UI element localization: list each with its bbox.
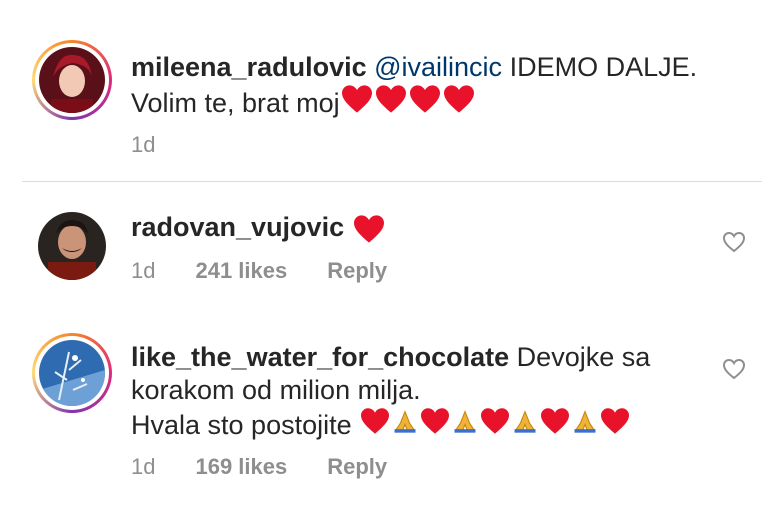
comment-body: IDEMO DALJE. [502, 52, 698, 82]
heart-outline-icon[interactable] [722, 231, 746, 253]
red-heart-icon [601, 408, 630, 434]
comment-text: radovan_vujovic [131, 211, 386, 244]
avatar-story-ring[interactable] [32, 40, 112, 120]
mention-link[interactable]: @ivailincic [374, 52, 502, 82]
username[interactable]: radovan_vujovic [131, 212, 344, 242]
timestamp[interactable]: 1d [131, 258, 155, 284]
red-heart-icon [361, 408, 390, 434]
avatar-photo [38, 212, 106, 280]
comment-text: like_the_water_for_chocolate Devojke sa … [131, 341, 650, 443]
likes-count[interactable]: 169 likes [195, 454, 287, 480]
divider [22, 181, 762, 182]
emoji-group [359, 407, 631, 443]
comment-meta: 1d 241 likes Reply [131, 258, 387, 284]
heart-outline-icon[interactable] [722, 358, 746, 380]
username[interactable]: like_the_water_for_chocolate [131, 342, 509, 372]
red-heart-icon [409, 85, 440, 113]
heart-emoji-group [340, 84, 476, 122]
folded-hands-icon [394, 410, 416, 433]
comment-body: Devojke sa [509, 342, 651, 372]
timestamp[interactable]: 1d [131, 132, 155, 158]
comment-line-3: Hvala sto postojite [131, 408, 631, 440]
folded-hands-icon [454, 410, 476, 433]
folded-hands-icon [514, 410, 536, 433]
avatar-frame [35, 43, 109, 117]
username[interactable]: mileena_radulovic [131, 52, 367, 82]
red-heart-icon [341, 85, 372, 113]
avatar-story-ring[interactable] [32, 333, 112, 413]
red-heart-icon [421, 408, 450, 434]
comment-meta: 1d 169 likes Reply [131, 454, 387, 480]
avatar [39, 340, 105, 406]
comment-body-line: Volim te, brat moj [131, 87, 340, 118]
red-heart-icon [481, 408, 510, 434]
avatar-frame [35, 336, 109, 410]
avatar [39, 47, 105, 113]
comment-text: mileena_radulovic @ivailincic IDEMO DALJ… [131, 51, 697, 122]
red-heart-icon [375, 85, 406, 113]
comment-line-2: Volim te, brat moj [131, 85, 476, 118]
comment-meta: 1d [131, 132, 155, 158]
timestamp[interactable]: 1d [131, 454, 155, 480]
comment-body-line: Hvala sto postojite [131, 409, 352, 440]
comment-body-line: korakom od milion milja. [131, 375, 421, 405]
reply-button[interactable]: Reply [327, 454, 387, 480]
red-heart-icon [443, 85, 474, 113]
red-heart-icon [353, 215, 384, 243]
folded-hands-icon [574, 410, 596, 433]
red-heart-icon [541, 408, 570, 434]
reply-button[interactable]: Reply [327, 258, 387, 284]
likes-count[interactable]: 241 likes [195, 258, 287, 284]
avatar[interactable] [38, 212, 106, 280]
